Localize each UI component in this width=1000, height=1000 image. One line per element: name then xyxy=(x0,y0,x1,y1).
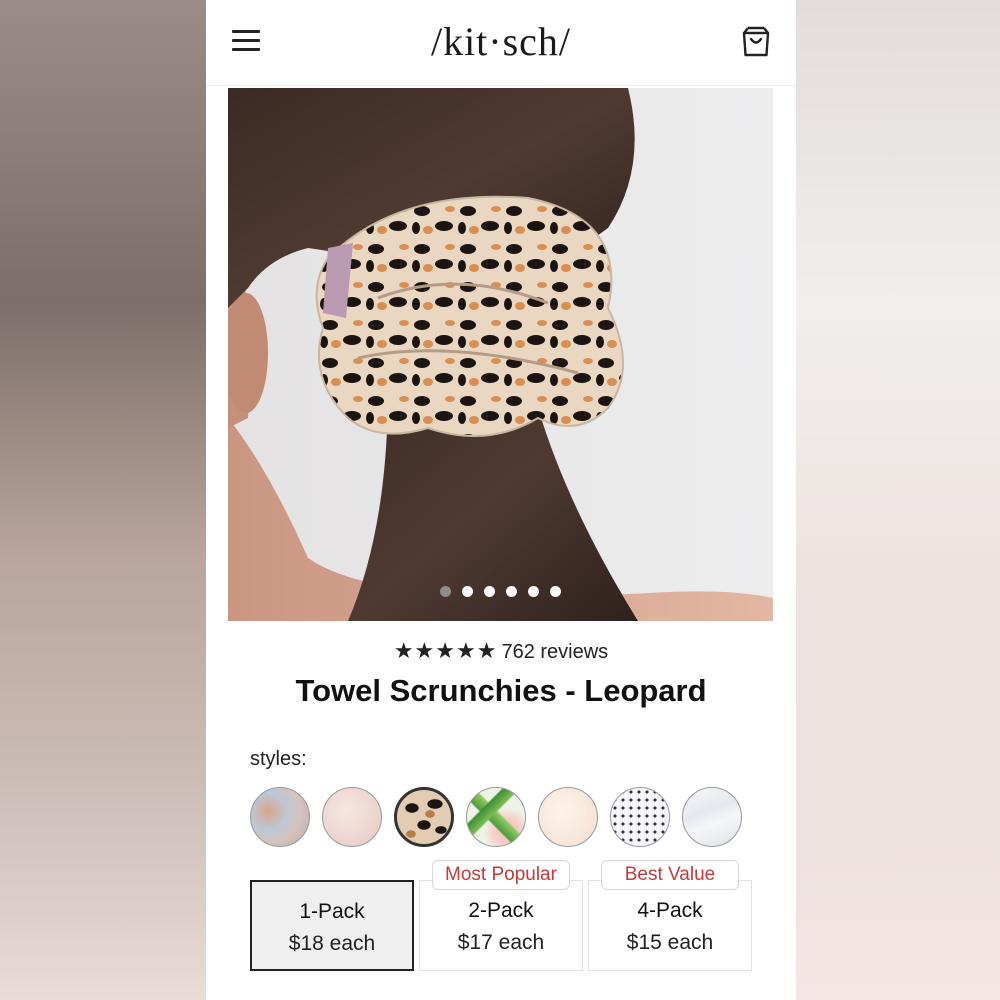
swatch-blush[interactable] xyxy=(322,787,382,847)
best-value-badge: Best Value xyxy=(601,860,739,890)
product-image[interactable] xyxy=(228,88,773,621)
pack-name: 1-Pack xyxy=(299,900,365,923)
swatch-tie-dye[interactable] xyxy=(250,787,310,847)
pack-option-4[interactable]: Best Value 4-Pack $15 each xyxy=(588,860,752,971)
pack-price: $17 each xyxy=(457,931,545,954)
style-swatches xyxy=(250,787,754,847)
most-popular-badge: Most Popular xyxy=(432,860,570,890)
carousel-dots xyxy=(228,586,773,597)
mobile-page: /kit·sch/ ★★★★★ 762 reviews Towel Scrunc… xyxy=(206,0,796,1000)
pack-name: 2-Pack xyxy=(468,899,534,922)
carousel-dot[interactable] xyxy=(440,586,451,597)
pack-name: 4-Pack xyxy=(637,899,703,922)
swatch-palm-leaf[interactable] xyxy=(466,787,526,847)
background-blur-right xyxy=(796,0,1000,1000)
carousel-dot[interactable] xyxy=(484,586,495,597)
pack-option-1[interactable]: 1-Pack $18 each xyxy=(250,880,414,971)
shopping-bag-icon[interactable] xyxy=(740,24,772,58)
product-rating[interactable]: ★★★★★ 762 reviews xyxy=(206,638,796,664)
product-title: Towel Scrunchies - Leopard xyxy=(295,673,707,708)
styles-label: styles: xyxy=(250,748,307,770)
swatch-leopard[interactable] xyxy=(394,787,454,847)
pack-options: 1-Pack $18 each Most Popular 2-Pack $17 … xyxy=(250,860,752,972)
carousel-dot[interactable] xyxy=(528,586,539,597)
carousel-dot[interactable] xyxy=(462,586,473,597)
pack-price: $18 each xyxy=(288,932,376,955)
reviews-count[interactable]: 762 reviews xyxy=(501,641,608,663)
brand-logo[interactable]: /kit·sch/ xyxy=(206,18,796,65)
carousel-dot[interactable] xyxy=(550,586,561,597)
pack-price: $15 each xyxy=(626,931,714,954)
swatch-cream[interactable] xyxy=(538,787,598,847)
carousel-dot[interactable] xyxy=(506,586,517,597)
star-rating-icon: ★★★★★ xyxy=(393,638,498,663)
swatch-marble[interactable] xyxy=(682,787,742,847)
swatch-polka-dot[interactable] xyxy=(610,787,670,847)
pack-option-2[interactable]: Most Popular 2-Pack $17 each xyxy=(419,860,583,971)
background-blur-left xyxy=(0,0,206,1000)
site-header: /kit·sch/ xyxy=(206,0,796,86)
